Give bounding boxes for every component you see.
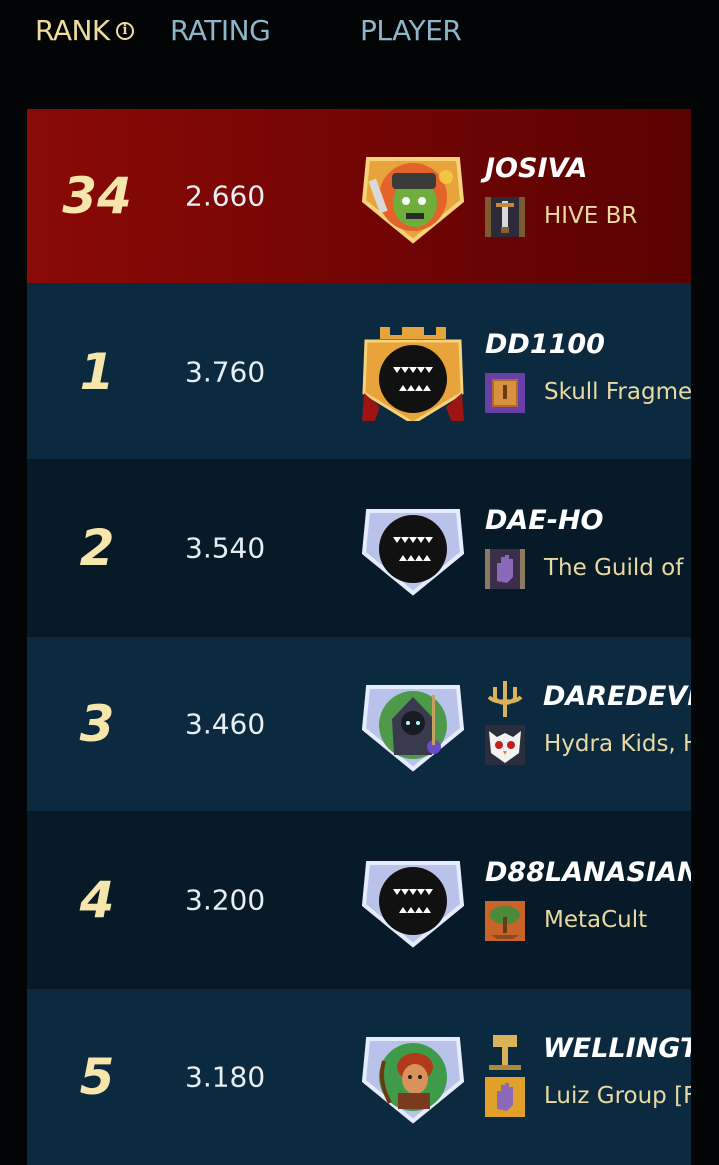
player-name[interactable]: DAREDEVIL: [543, 681, 691, 712]
info-icon[interactable]: i: [115, 21, 134, 40]
table-row[interactable]: 1 3.760 DD1100 Skull Fragme: [27, 285, 691, 461]
row-rank: 1: [79, 343, 115, 401]
tree-banner-icon: [485, 901, 525, 941]
row-rank: 34: [62, 167, 132, 225]
leaderboard-header: RANK i RATING PLAYER: [0, 0, 719, 70]
guild-name[interactable]: MetaCult: [544, 907, 647, 933]
row-rating: 3.200: [185, 883, 266, 917]
row-rank: 3: [79, 695, 115, 753]
row-rating: 3.180: [185, 1060, 266, 1094]
row-rank: 4: [79, 871, 115, 929]
orc-warrior-avatar-icon[interactable]: [360, 151, 466, 245]
purple-hand-banner-icon: [485, 549, 525, 589]
archer-girl-avatar-icon[interactable]: [360, 1031, 466, 1125]
monster-mouth-avatar-icon[interactable]: [360, 855, 466, 949]
crowned-monster-avatar-icon[interactable]: [360, 319, 466, 421]
rank-header-label: RANK: [35, 14, 110, 47]
trident-icon: [487, 681, 523, 717]
monster-mouth-avatar-icon[interactable]: [360, 503, 466, 597]
rating-column-header[interactable]: RATING: [170, 14, 271, 47]
player-name[interactable]: DAE-HO: [485, 505, 604, 536]
table-row[interactable]: 2 3.540 DAE-HO The Guild of: [27, 461, 691, 637]
table-row[interactable]: 5 3.180 WELLINGT5 Luiz Group [F: [27, 989, 691, 1165]
player-column-header[interactable]: PLAYER: [360, 14, 462, 47]
guild-name[interactable]: Hydra Kids, H: [544, 731, 691, 757]
row-rating: 2.660: [185, 179, 266, 213]
row-rating: 3.460: [185, 707, 266, 741]
rank-column-header[interactable]: RANK i: [35, 14, 134, 47]
player-name[interactable]: WELLINGT5: [543, 1033, 691, 1064]
table-row-self[interactable]: 34 2.660 JOSIVA HIVE BR: [27, 109, 691, 285]
book-banner-icon: [485, 373, 525, 413]
row-rank: 5: [79, 1048, 115, 1106]
table-row[interactable]: 4 3.200 D88LANASIANS MetaCult: [27, 813, 691, 989]
player-name[interactable]: JOSIVA: [485, 153, 587, 184]
hammer-icon: [489, 1035, 521, 1070]
row-rank: 2: [79, 519, 115, 577]
hooded-mage-avatar-icon[interactable]: [360, 679, 466, 773]
player-name[interactable]: DD1100: [485, 329, 605, 360]
gold-hand-banner-icon: [485, 1077, 525, 1117]
row-rating: 3.760: [185, 355, 266, 389]
owl-banner-icon: [485, 725, 525, 765]
table-row[interactable]: 3 3.460 DAREDEVIL Hydra Kids, H: [27, 637, 691, 813]
guild-name[interactable]: Skull Fragme: [544, 379, 691, 405]
row-rating: 3.540: [185, 531, 266, 565]
player-name[interactable]: D88LANASIANS: [485, 857, 691, 888]
guild-name[interactable]: Luiz Group [F: [544, 1083, 691, 1109]
leaderboard-list: 34 2.660 JOSIVA HIVE BR 1 3.760 DD1100 S…: [27, 109, 691, 1165]
guild-name[interactable]: The Guild of: [544, 555, 683, 581]
guild-name[interactable]: HIVE BR: [544, 203, 637, 229]
sword-banner-icon: [485, 197, 525, 237]
